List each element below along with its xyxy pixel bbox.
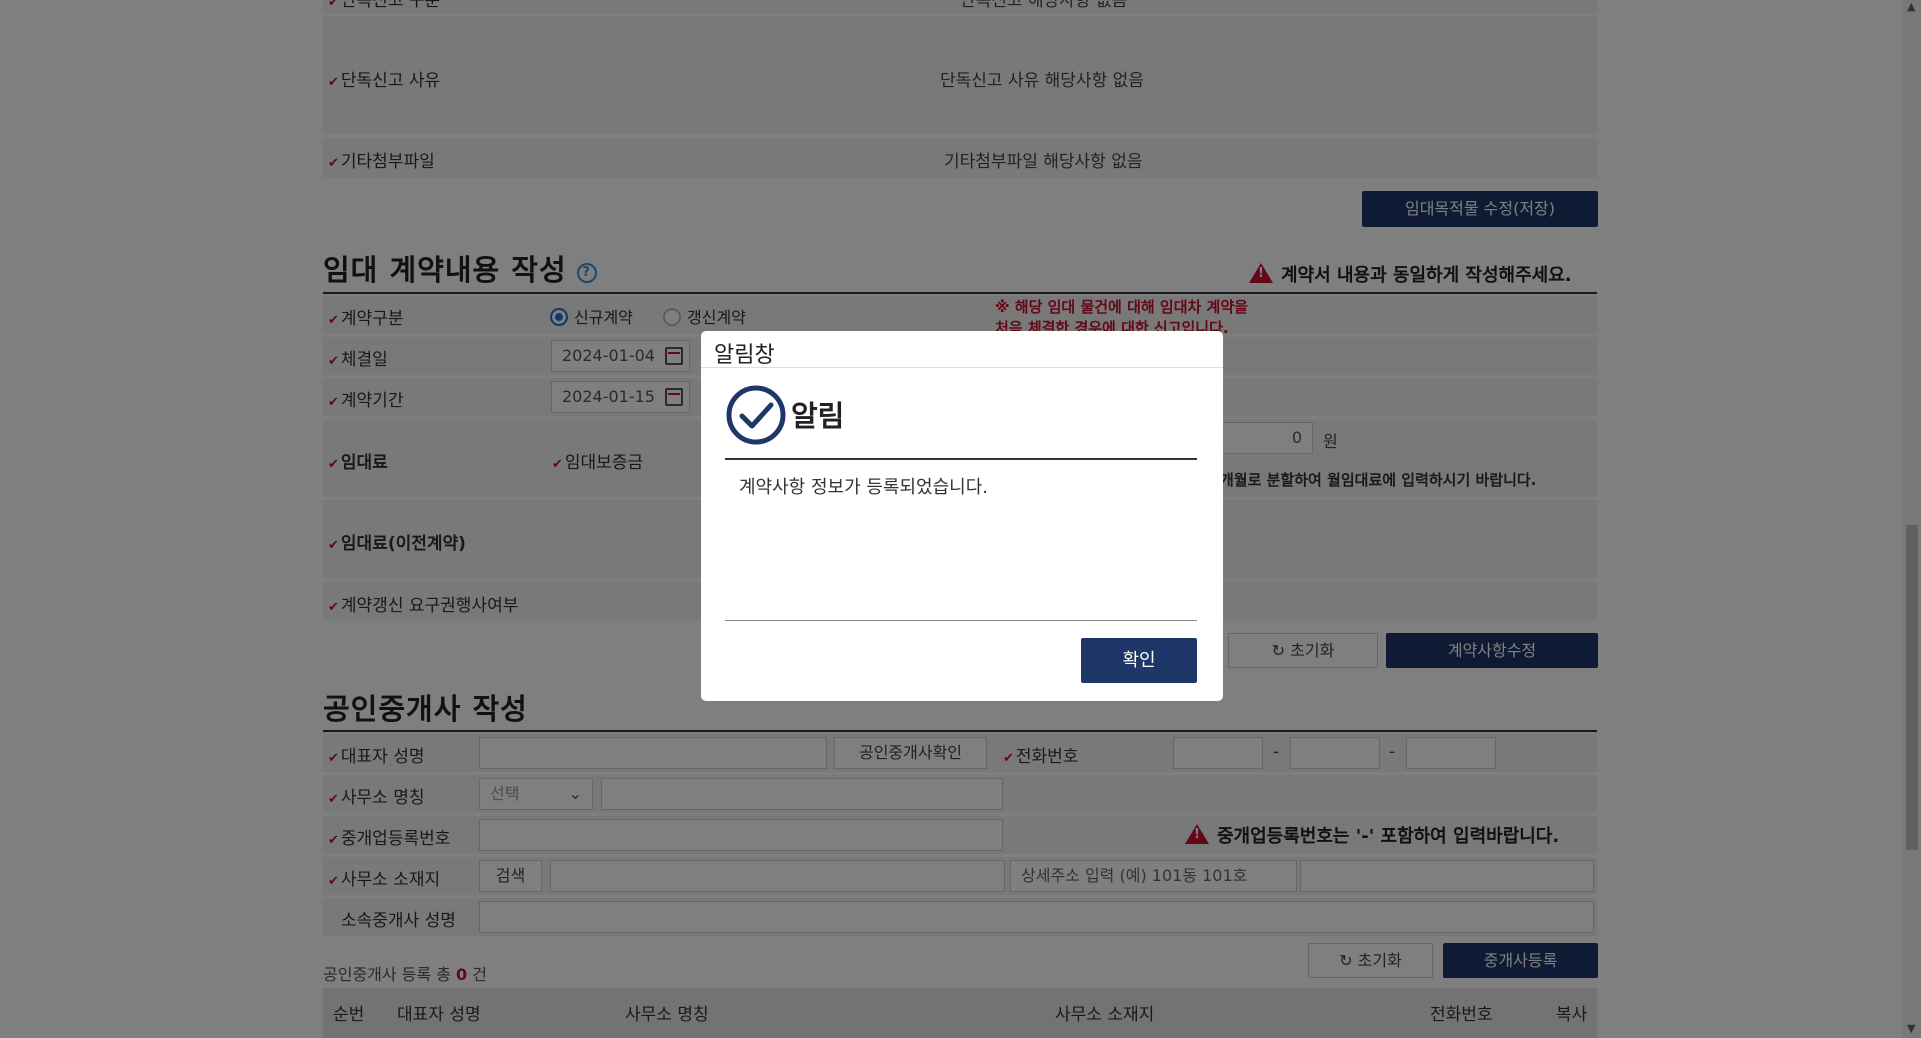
dialog-footer-rule	[725, 620, 1197, 621]
dialog-heading-rule	[725, 458, 1197, 460]
check-circle-icon	[726, 385, 786, 445]
dialog-window-title: 알림창	[714, 343, 775, 368]
page: 단독신고 구분 단독신고 해당사항 없음 단독신고 사유 단독신고 사유 해당사…	[0, 0, 1921, 1038]
dialog-message: 계약사항 정보가 등록되었습니다.	[739, 477, 989, 498]
dialog-title-separator	[701, 367, 1223, 368]
alert-dialog: 알림창 알림 계약사항 정보가 등록되었습니다. 확인	[701, 331, 1223, 701]
confirm-button[interactable]: 확인	[1081, 638, 1197, 683]
dialog-heading: 알림	[791, 399, 845, 433]
